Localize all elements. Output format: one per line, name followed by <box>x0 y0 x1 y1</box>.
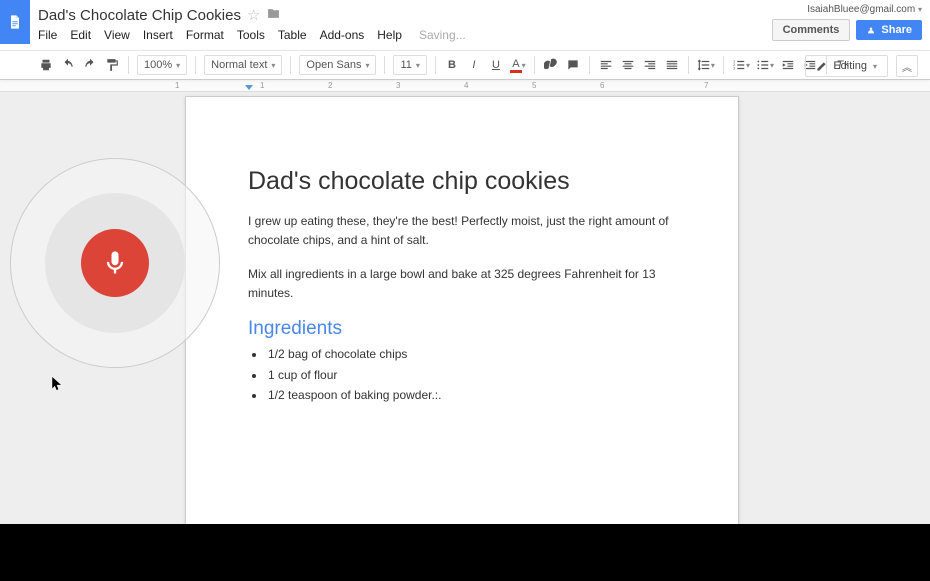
line-spacing-icon[interactable]: ▾ <box>697 55 715 75</box>
doc-title[interactable]: Dad's Chocolate Chip Cookies <box>38 7 241 24</box>
menu-edit[interactable]: Edit <box>70 28 91 42</box>
menu-addons[interactable]: Add-ons <box>320 28 365 42</box>
font-size-dropdown[interactable]: 11▾ <box>393 55 426 75</box>
indent-decrease-icon[interactable] <box>780 55 796 75</box>
align-left-icon[interactable] <box>598 55 614 75</box>
undo-icon[interactable] <box>60 55 76 75</box>
comments-button[interactable]: Comments <box>772 19 851 41</box>
toolbar: 100%▾ Normal text▾ Open Sans▾ 11▾ B I U … <box>0 50 930 80</box>
microphone-icon[interactable] <box>81 229 149 297</box>
document-page[interactable]: Dad's chocolate chip cookies I grew up e… <box>185 96 739 524</box>
underline-icon[interactable]: U <box>488 55 504 75</box>
document-paragraph[interactable]: I grew up eating these, they're the best… <box>248 212 676 249</box>
style-dropdown[interactable]: Normal text▾ <box>204 55 282 75</box>
text-color-icon[interactable]: A▾ <box>510 55 526 75</box>
document-heading[interactable]: Dad's chocolate chip cookies <box>248 167 676 196</box>
menu-help[interactable]: Help <box>377 28 402 42</box>
comment-icon[interactable] <box>565 55 581 75</box>
bullet-list-icon[interactable]: ▾ <box>756 55 774 75</box>
paint-format-icon[interactable] <box>104 55 120 75</box>
document-surface: 1 1 2 3 4 5 6 7 Dad's chocolate chip coo… <box>0 80 930 524</box>
docs-logo[interactable] <box>0 0 30 44</box>
collapse-toolbar-icon[interactable]: ︽ <box>896 55 918 77</box>
align-justify-icon[interactable] <box>664 55 680 75</box>
document-subheading[interactable]: Ingredients <box>248 318 676 340</box>
redo-icon[interactable] <box>82 55 98 75</box>
star-icon[interactable]: ☆ <box>247 6 260 24</box>
editing-mode-button[interactable]: Editing ▾ <box>805 55 888 77</box>
font-dropdown[interactable]: Open Sans▾ <box>299 55 376 75</box>
italic-icon[interactable]: I <box>466 55 482 75</box>
svg-text:3: 3 <box>733 67 735 71</box>
menu-insert[interactable]: Insert <box>143 28 173 42</box>
align-center-icon[interactable] <box>620 55 636 75</box>
link-icon[interactable] <box>543 55 559 75</box>
save-status: Saving... <box>419 28 466 42</box>
list-item[interactable]: 1 cup of flour <box>266 365 676 385</box>
menu-tools[interactable]: Tools <box>237 28 265 42</box>
ingredients-list[interactable]: 1/2 bag of chocolate chips 1 cup of flou… <box>266 344 676 405</box>
document-paragraph[interactable]: Mix all ingredients in a large bowl and … <box>248 265 676 302</box>
share-button[interactable]: Share <box>856 20 922 40</box>
list-item[interactable]: 1/2 bag of chocolate chips <box>266 344 676 364</box>
menu-table[interactable]: Table <box>278 28 307 42</box>
align-right-icon[interactable] <box>642 55 658 75</box>
menu-file[interactable]: File <box>38 28 57 42</box>
bold-icon[interactable]: B <box>444 55 460 75</box>
print-icon[interactable] <box>38 55 54 75</box>
menu-view[interactable]: View <box>104 28 130 42</box>
horizontal-ruler[interactable]: 1 1 2 3 4 5 6 7 <box>0 80 930 92</box>
list-item[interactable]: 1/2 teaspoon of baking powder.:. <box>266 385 676 405</box>
menu-format[interactable]: Format <box>186 28 224 42</box>
zoom-dropdown[interactable]: 100%▾ <box>137 55 187 75</box>
voice-typing-widget[interactable] <box>10 158 220 368</box>
user-email[interactable]: IsaiahBluee@gmail.com ▾ <box>807 4 922 15</box>
share-label: Share <box>881 24 912 36</box>
left-margin-marker[interactable] <box>245 85 253 90</box>
numbered-list-icon[interactable]: 123▾ <box>732 55 750 75</box>
folder-icon[interactable] <box>266 7 281 23</box>
mouse-cursor <box>52 377 63 394</box>
